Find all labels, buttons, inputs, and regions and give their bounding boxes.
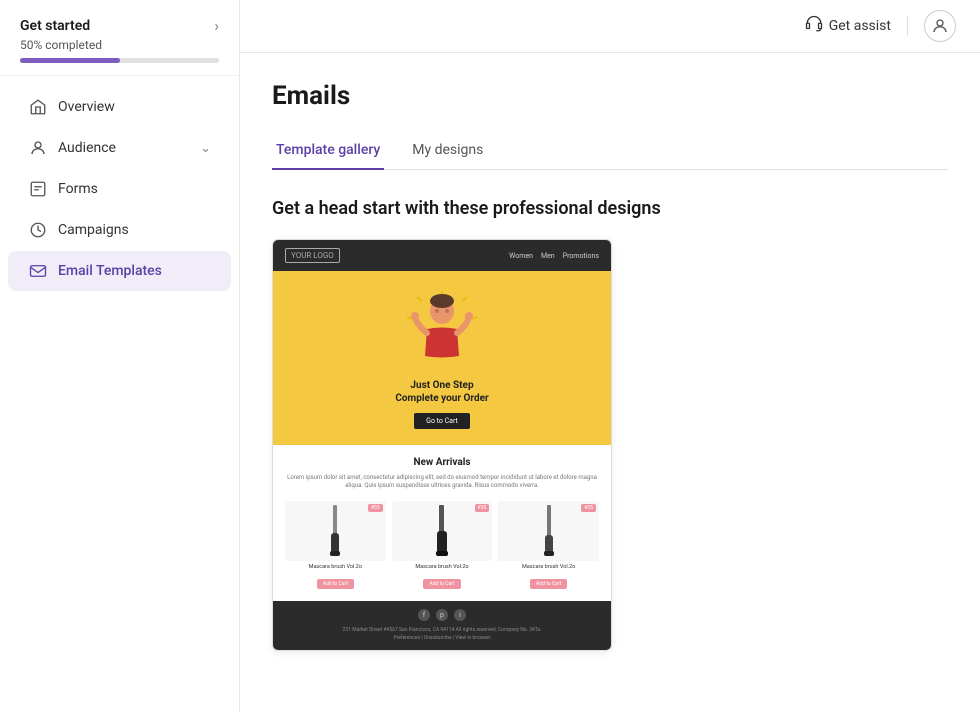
tabs-bar: Template gallery My designs (272, 131, 948, 170)
instagram-icon: i (454, 609, 466, 621)
sidebar-item-campaigns-label: Campaigns (58, 222, 129, 238)
home-icon (28, 97, 48, 117)
topbar: Get assist (240, 0, 980, 53)
product-2-badge: #35 (475, 504, 490, 512)
template-nav-promotions: Promotions (563, 252, 599, 260)
user-avatar-button[interactable] (924, 10, 956, 42)
progress-label: 50% completed (20, 38, 219, 52)
template-nav-men: Men (541, 252, 555, 260)
campaigns-icon (28, 220, 48, 240)
section-heading: Get a head start with these professional… (272, 198, 948, 219)
forms-icon (28, 179, 48, 199)
template-hero: Just One StepComplete your Order Go to C… (273, 271, 611, 445)
sidebar-item-email-templates[interactable]: Email Templates (8, 251, 231, 291)
sidebar-item-overview[interactable]: Overview (8, 87, 231, 127)
progress-bar-fill (20, 58, 120, 63)
get-assist-button[interactable]: Get assist (805, 15, 891, 37)
email-icon (28, 261, 48, 281)
chevron-right-icon: › (214, 16, 219, 35)
product-1-badge: #35 (368, 504, 383, 512)
template-footer-social: f p i (285, 609, 599, 621)
page-title: Emails (272, 81, 948, 111)
template-na-title: New Arrivals (285, 457, 599, 468)
tab-my-designs[interactable]: My designs (408, 132, 487, 170)
template-footer-links: Preferences | Unsubscribe | View in brow… (285, 634, 599, 642)
get-started-row[interactable]: Get started › (20, 16, 219, 35)
template-product-2: #35 Mascara brush Vol.2o Add to Cart (392, 501, 493, 589)
topbar-divider (907, 16, 908, 36)
product-2-image: #35 (392, 501, 493, 561)
chevron-down-icon: ⌄ (200, 141, 211, 156)
main-content: Get assist Emails Template gallery My de… (240, 0, 980, 712)
product-3-btn: Add to Cart (530, 579, 567, 589)
product-1-name: Mascara brush Vol.2o (285, 564, 386, 570)
template-footer-address: 231 Market Street #4567 San Francisco, C… (285, 626, 599, 634)
product-1-image: #35 (285, 501, 386, 561)
sidebar-item-audience-label: Audience (58, 140, 116, 156)
facebook-icon: f (418, 609, 430, 621)
sidebar-item-email-templates-label: Email Templates (58, 263, 162, 279)
template-product-3: #35 Mascara brush Vol.2o Add to Cart (498, 501, 599, 589)
product-3-name: Mascara brush Vol.2o (498, 564, 599, 570)
tab-template-gallery[interactable]: Template gallery (272, 132, 384, 170)
template-header: YOUR LOGO Women Men Promotions (273, 240, 611, 271)
headset-icon (805, 15, 823, 37)
sidebar: Get started › 50% completed Overview (0, 0, 240, 712)
template-na-desc: Lorem ipsum dolor sit amet, consectetur … (285, 474, 599, 491)
sidebar-item-audience[interactable]: Audience ⌄ (8, 128, 231, 168)
get-assist-label: Get assist (829, 18, 891, 34)
sidebar-item-campaigns[interactable]: Campaigns (8, 210, 231, 250)
progress-bar-bg (20, 58, 219, 63)
audience-icon (28, 138, 48, 158)
sidebar-nav: Overview Audience ⌄ Forms (0, 76, 239, 712)
template-new-arrivals: New Arrivals Lorem ipsum dolor sit amet,… (273, 445, 611, 601)
hero-figure (407, 291, 477, 371)
product-2-name: Mascara brush Vol.2o (392, 564, 493, 570)
template-preview-card[interactable]: YOUR LOGO Women Men Promotions (272, 239, 612, 651)
template-logo: YOUR LOGO (285, 248, 340, 263)
product-3-image: #35 (498, 501, 599, 561)
get-started-title: Get started (20, 18, 90, 34)
template-hero-title: Just One StepComplete your Order (395, 379, 488, 405)
pinterest-icon: p (436, 609, 448, 621)
sidebar-item-forms-label: Forms (58, 181, 98, 197)
template-hero-text: Just One StepComplete your Order Go to C… (395, 379, 488, 429)
product-1-btn: Add to Cart (317, 579, 354, 589)
product-3-badge: #35 (581, 504, 596, 512)
template-footer: f p i 231 Market Street #4567 San Franci… (273, 601, 611, 650)
page-content: Emails Template gallery My designs Get a… (240, 53, 980, 712)
template-hero-button: Go to Cart (414, 413, 470, 429)
template-product-1: #35 Mascara brush Vol.2o Add to Cart (285, 501, 386, 589)
sidebar-item-overview-label: Overview (58, 99, 115, 115)
sidebar-top: Get started › 50% completed (0, 0, 239, 76)
template-nav-women: Women (509, 252, 533, 260)
template-nav: Women Men Promotions (509, 252, 599, 260)
sidebar-item-forms[interactable]: Forms (8, 169, 231, 209)
product-2-btn: Add to Cart (423, 579, 460, 589)
template-products: #35 Mascara brush Vol.2o Add to Cart (285, 501, 599, 589)
